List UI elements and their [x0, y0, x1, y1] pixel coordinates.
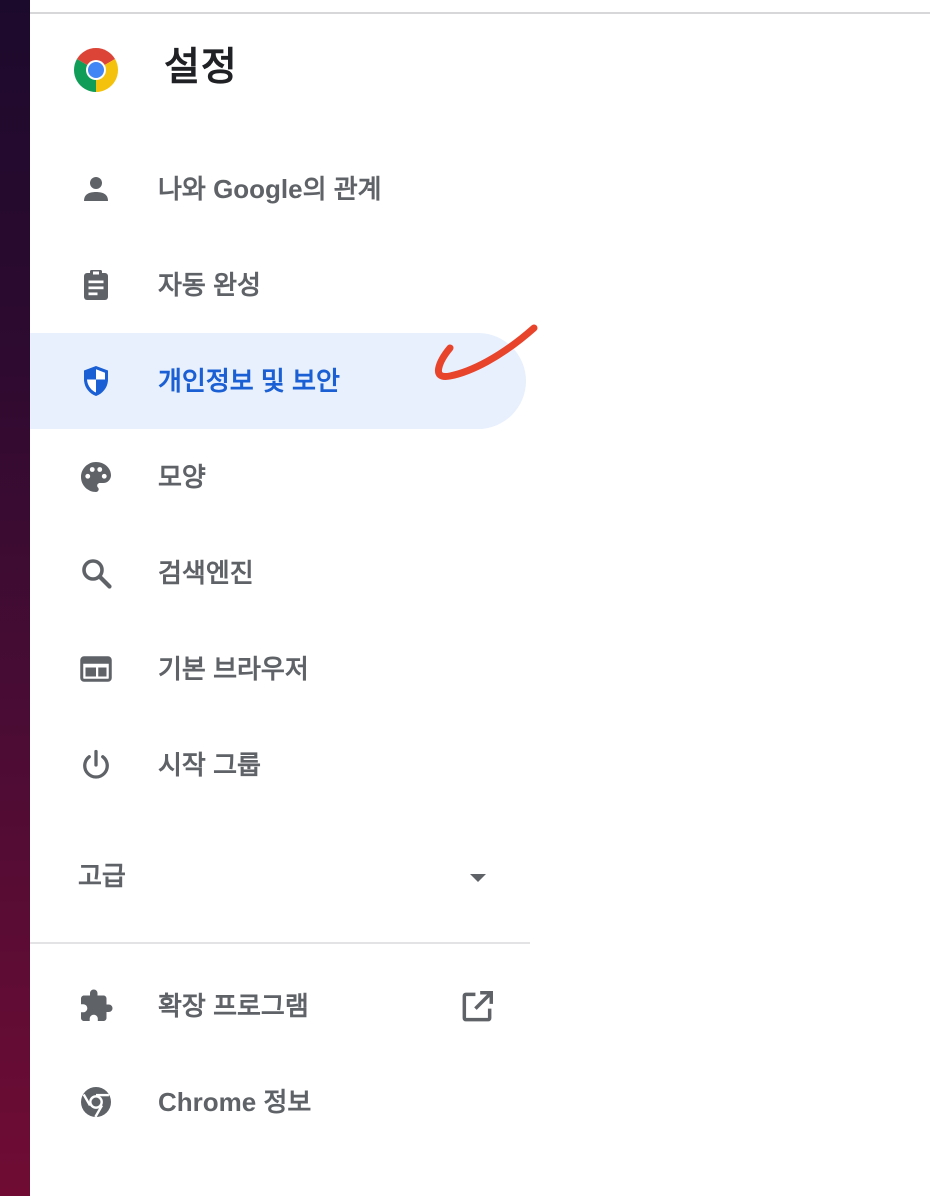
dropdown-arrow-icon	[470, 874, 486, 882]
nav-item-label: 기본 브라우저	[158, 654, 309, 684]
nav-item-about-chrome[interactable]: Chrome 정보	[30, 1054, 526, 1150]
nav-item-label: Chrome 정보	[158, 1087, 312, 1117]
browser-window-icon	[80, 656, 112, 682]
chrome-logo-icon	[74, 48, 118, 92]
clipboard-icon	[84, 270, 108, 300]
nav-item-label: 개인정보 및 보안	[158, 366, 340, 396]
nav-item-appearance[interactable]: 모양	[30, 429, 526, 525]
window-top-border	[30, 12, 930, 14]
advanced-label: 고급	[78, 861, 126, 891]
open-in-new-icon	[462, 991, 493, 1022]
nav-item-privacy-security[interactable]: 개인정보 및 보안	[30, 333, 526, 429]
nav-item-default-browser[interactable]: 기본 브라우저	[30, 621, 526, 717]
nav-item-label: 확장 프로그램	[158, 991, 309, 1021]
nav-item-you-and-google[interactable]: 나와 Google의 관계	[30, 141, 526, 237]
nav-item-autofill[interactable]: 자동 완성	[30, 237, 526, 333]
nav-item-search-engine[interactable]: 검색엔진	[30, 525, 526, 621]
search-icon	[82, 559, 112, 589]
nav-item-label: 자동 완성	[158, 270, 261, 300]
nav-item-label: 시작 그룹	[158, 750, 261, 780]
settings-nav: 나와 Google의 관계 자동 완성 개인정보 및 보안 모양 검색엔진 기본…	[30, 141, 526, 813]
advanced-section-toggle[interactable]: 고급	[30, 840, 530, 912]
palette-icon	[81, 462, 111, 492]
nav-item-on-startup[interactable]: 시작 그룹	[30, 717, 526, 813]
nav-item-label: 검색엔진	[158, 558, 254, 588]
settings-window: 설정 나와 Google의 관계 자동 완성 개인정보 및 보안 모양 검색엔진…	[30, 0, 930, 1196]
nav-item-label: 나와 Google의 관계	[158, 174, 382, 204]
section-divider	[30, 942, 530, 944]
person-icon	[84, 177, 108, 201]
desktop-background	[0, 0, 30, 1196]
settings-header: 설정	[30, 40, 930, 100]
puzzle-piece-icon	[81, 989, 113, 1021]
nav-item-label: 모양	[158, 462, 206, 492]
page-title: 설정	[164, 46, 238, 89]
settings-nav-footer: 확장 프로그램 Chrome 정보	[30, 958, 526, 1150]
power-icon	[83, 749, 109, 779]
chrome-outline-icon	[81, 1087, 111, 1118]
shield-icon	[84, 366, 108, 396]
nav-item-extensions[interactable]: 확장 프로그램	[30, 958, 526, 1054]
